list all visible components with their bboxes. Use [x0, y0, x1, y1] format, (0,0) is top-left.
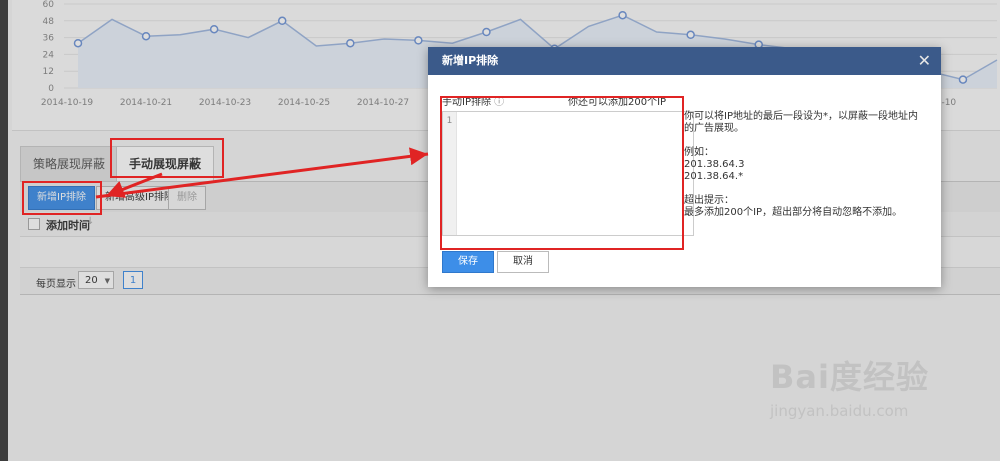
watermark-url: jingyan.baidu.com	[770, 402, 909, 420]
watermark-brand: Bai度经验	[770, 358, 929, 396]
baidu-jingyan-watermark: Bai度经验 jingyan.baidu.com	[770, 352, 929, 420]
arrow-to-editor	[95, 147, 429, 199]
